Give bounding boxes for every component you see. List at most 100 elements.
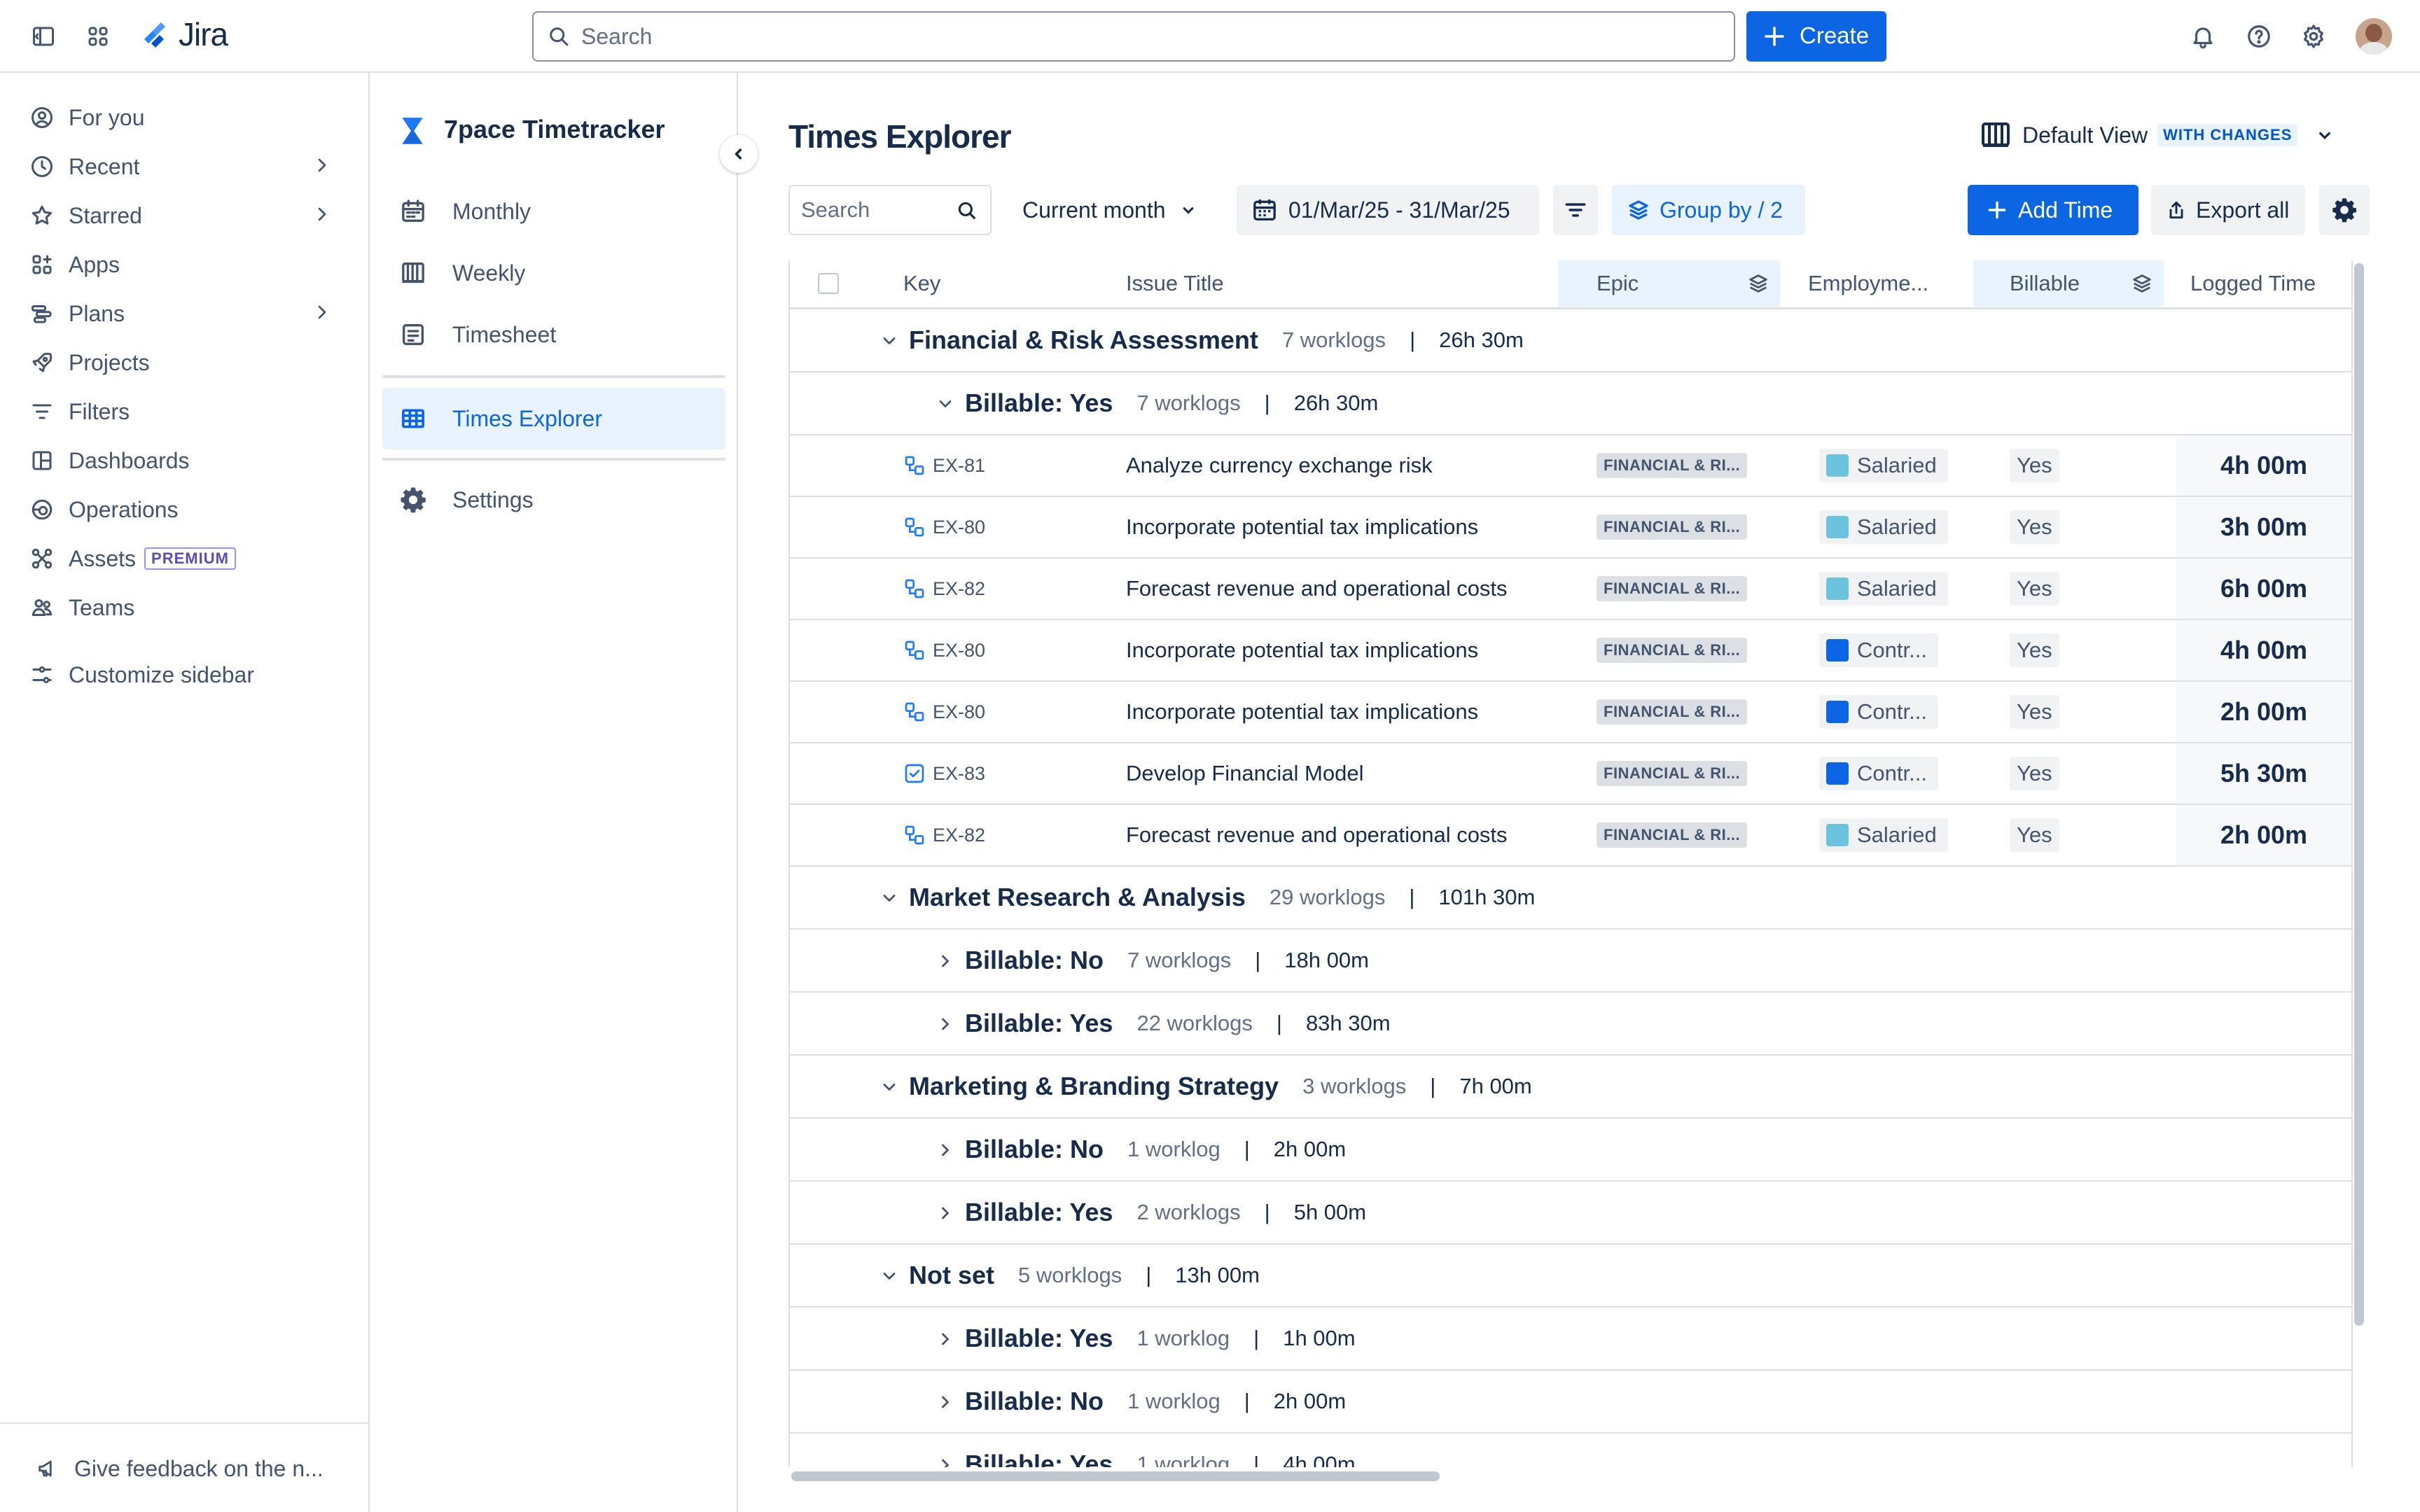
sidebar-toggle-icon[interactable]: [28, 21, 59, 52]
group-total-time: 26h 30m: [1293, 391, 1379, 415]
settings-gear-icon[interactable]: [2298, 21, 2329, 52]
notifications-bell-icon[interactable]: [2188, 21, 2218, 52]
epic-cell: FINANCIAL & RI...: [1597, 682, 1748, 742]
group-row[interactable]: Marketing & Branding Strategy 3 worklogs |…: [790, 1056, 2351, 1119]
sidebar-item-assets[interactable]: Assets PREMIUM: [25, 538, 347, 580]
worklog-row[interactable]: EX-80 Incorporate potential tax implicati…: [790, 620, 2351, 682]
app-nav-monthly[interactable]: Monthly: [382, 181, 725, 242]
sidebar-item-for-you[interactable]: For you: [25, 97, 347, 139]
help-icon[interactable]: [2244, 21, 2274, 52]
subgroup-row[interactable]: Billable: Yes 7 worklogs | 26h 30m: [790, 372, 2351, 435]
sidebar-item-dashboards[interactable]: Dashboards: [25, 440, 347, 482]
issue-title-cell[interactable]: Forecast revenue and operational costs: [1126, 805, 1508, 865]
customize-icon: [25, 658, 59, 692]
export-all-button[interactable]: Export all: [2151, 185, 2305, 235]
issue-title-cell[interactable]: Incorporate potential tax implications: [1126, 497, 1478, 557]
app-nav-times-explorer[interactable]: Times Explorer: [382, 388, 725, 449]
global-search-input[interactable]: Search: [532, 11, 1735, 62]
subgroup-row[interactable]: Billable: No 1 worklog | 2h 00m: [790, 1119, 2351, 1182]
view-selector[interactable]: Default View WITH CHANGES: [1979, 118, 2335, 153]
issue-key-cell[interactable]: EX-82: [903, 805, 985, 865]
subtask-icon: [903, 516, 926, 538]
chevron-down-icon[interactable]: [879, 1266, 899, 1286]
jira-wordmark[interactable]: Jira: [179, 15, 228, 53]
sidebar-item-plans[interactable]: Plans: [25, 293, 347, 335]
issue-key-cell[interactable]: EX-81: [903, 435, 985, 496]
issue-title-cell[interactable]: Develop Financial Model: [1126, 743, 1363, 804]
chevron-right-icon[interactable]: [936, 1203, 955, 1223]
worklog-row[interactable]: EX-81 Analyze currency exchange risk FINAN…: [790, 435, 2351, 497]
chevron-right-icon[interactable]: [936, 1014, 955, 1034]
app-nav-weekly[interactable]: Weekly: [382, 242, 725, 304]
column-header-logged-time[interactable]: Logged Time: [2190, 260, 2316, 307]
worklog-row[interactable]: EX-83 Develop Financial Model FINANCIAL & …: [790, 743, 2351, 805]
user-avatar[interactable]: [2356, 18, 2392, 55]
sidebar-item-filters[interactable]: Filters: [25, 391, 347, 433]
table-settings-button[interactable]: [2319, 185, 2370, 235]
table-search-input[interactable]: Search: [788, 185, 992, 235]
subgroup-row[interactable]: Billable: Yes 2 worklogs | 5h 00m: [790, 1182, 2351, 1245]
sidebar-item-teams[interactable]: Teams: [25, 587, 347, 629]
group-total-time: 1h 00m: [1283, 1326, 1356, 1350]
column-header-key[interactable]: Key: [903, 260, 940, 307]
sidebar-item-starred[interactable]: Starred: [25, 195, 347, 237]
worklog-row[interactable]: EX-80 Incorporate potential tax implicati…: [790, 497, 2351, 559]
chevron-right-icon[interactable]: [936, 1140, 955, 1160]
issue-key-cell[interactable]: EX-82: [903, 559, 985, 619]
collapse-panel-button[interactable]: [720, 135, 758, 173]
chevron-down-icon[interactable]: [879, 331, 899, 351]
sidebar-item-apps[interactable]: Apps: [25, 244, 347, 286]
group-row[interactable]: Market Research & Analysis 29 worklogs | 10…: [790, 867, 2351, 930]
subgroup-row[interactable]: Billable: No 7 worklogs | 18h 00m: [790, 930, 2351, 993]
period-dropdown[interactable]: Current month: [1008, 185, 1218, 235]
column-header-issue-title[interactable]: Issue Title: [1126, 260, 1224, 307]
worklog-row[interactable]: EX-82 Forecast revenue and operational co…: [790, 805, 2351, 867]
subgroup-row[interactable]: Billable: Yes 1 worklog | 4h 00m: [790, 1434, 2351, 1467]
date-range-picker[interactable]: 01/Mar/25 - 31/Mar/25: [1237, 185, 1539, 235]
issue-title-cell[interactable]: Incorporate potential tax implications: [1126, 620, 1478, 680]
group-by-button[interactable]: Group by / 2: [1612, 185, 1805, 235]
app-switcher-icon[interactable]: [83, 21, 113, 52]
group-row[interactable]: Not set 5 worklogs | 13h 00m: [790, 1245, 2351, 1308]
worklog-row[interactable]: EX-80 Incorporate potential tax implicati…: [790, 682, 2351, 743]
select-all-checkbox[interactable]: [818, 260, 839, 307]
column-header-employment[interactable]: Employme...: [1808, 260, 1928, 307]
billable-cell: Yes: [2010, 435, 2059, 496]
chevron-down-icon[interactable]: [936, 394, 955, 414]
subgroup-row[interactable]: Billable: No 1 worklog | 2h 00m: [790, 1371, 2351, 1434]
sidebar-item-operations[interactable]: Operations: [25, 489, 347, 531]
chevron-down-icon[interactable]: [879, 1077, 899, 1097]
jira-logo-icon[interactable]: [139, 20, 172, 53]
sidebar-item-projects[interactable]: Projects: [25, 342, 347, 384]
chevron-right-icon[interactable]: [936, 1455, 955, 1467]
sidebar-footer-divider: [0, 1422, 368, 1424]
group-row[interactable]: Financial & Risk Assessment 7 worklogs | 26…: [790, 309, 2351, 372]
chevron-right-icon[interactable]: [936, 1329, 955, 1349]
column-header-epic[interactable]: Epic: [1559, 260, 1780, 307]
vertical-scrollbar[interactable]: [2354, 263, 2364, 1326]
issue-key-cell[interactable]: EX-83: [903, 743, 985, 804]
give-feedback-link[interactable]: Give feedback on the n...: [31, 1448, 353, 1490]
filter-button[interactable]: [1553, 185, 1598, 235]
column-header-billable[interactable]: Billable: [1973, 260, 2164, 307]
issue-key-cell[interactable]: EX-80: [903, 620, 985, 680]
chevron-down-icon[interactable]: [879, 888, 899, 908]
sidebar-item-recent[interactable]: Recent: [25, 146, 347, 188]
issue-title-cell[interactable]: Analyze currency exchange risk: [1126, 435, 1433, 496]
issue-key-cell[interactable]: EX-80: [903, 497, 985, 557]
app-nav-settings[interactable]: Settings: [382, 469, 725, 531]
chevron-right-icon[interactable]: [936, 1392, 955, 1412]
subgroup-row[interactable]: Billable: Yes 22 worklogs | 83h 30m: [790, 993, 2351, 1056]
issue-title-cell[interactable]: Forecast revenue and operational costs: [1126, 559, 1508, 619]
chevron-right-icon[interactable]: [936, 951, 955, 971]
worklog-row[interactable]: EX-82 Forecast revenue and operational co…: [790, 559, 2351, 620]
app-nav-timesheet[interactable]: Timesheet: [382, 304, 725, 365]
add-time-button[interactable]: Add Time: [1968, 185, 2139, 235]
issue-key-cell[interactable]: EX-80: [903, 682, 985, 742]
horizontal-scrollbar[interactable]: [791, 1471, 1440, 1481]
subgroup-row[interactable]: Billable: Yes 1 worklog | 1h 00m: [790, 1308, 2351, 1371]
calendar-icon: [1251, 196, 1279, 224]
customize-sidebar-link[interactable]: Customize sidebar: [25, 654, 347, 696]
create-button[interactable]: Create: [1746, 11, 1886, 62]
issue-title-cell[interactable]: Incorporate potential tax implications: [1126, 682, 1478, 742]
